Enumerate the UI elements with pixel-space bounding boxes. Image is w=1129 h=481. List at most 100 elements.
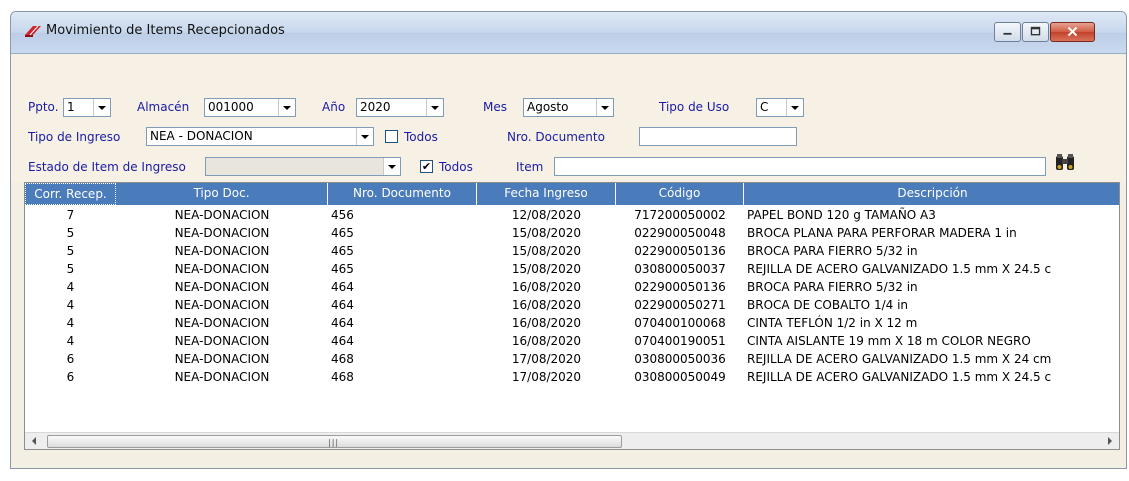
header-descripcion[interactable]: Descripción [744,183,1119,205]
item-label: Item [516,160,544,174]
ppto-select[interactable]: 1 [63,98,111,117]
cell-descripcion: CINTA AISLANTE 19 mm X 18 m COLOR NEGRO [747,334,1031,348]
eraser-icon [25,25,41,37]
table-row[interactable]: 5 NEA-DONACION 465 15/08/2020 030800050037 RE… [25,260,1101,278]
almacen-label: Almacén [137,100,190,114]
cell-descripcion: PAPEL BOND 120 g TAMAÑO A3 [747,208,936,222]
binoculars-icon[interactable] [1054,153,1076,173]
minimize-icon [1003,32,1012,35]
horizontal-scrollbar[interactable]: ||| [25,432,1119,449]
header-tipo-doc[interactable]: Tipo Doc. [116,183,328,205]
cell-nro-documento: 464 [331,334,354,348]
header-codigo[interactable]: Código [616,183,744,205]
tipo-ingreso-label: Tipo de Ingreso [28,130,121,144]
chevron-down-icon [93,99,110,116]
cell-codigo: 070400100068 [634,316,726,330]
table-row[interactable]: 5 NEA-DONACION 465 15/08/2020 022900050136 BR… [25,242,1101,260]
nro-documento-label: Nro. Documento [507,130,605,144]
close-button[interactable] [1050,22,1095,42]
cell-corr-recep: 4 [66,334,75,348]
tipo-uso-label: Tipo de Uso [659,100,730,114]
cell-fecha-ingreso: 17/08/2020 [511,370,582,384]
table-row[interactable]: 5 NEA-DONACION 465 15/08/2020 022900050048 BR… [25,224,1101,242]
cell-descripcion: REJILLA DE ACERO GALVANIZADO 1.5 mm X 24… [747,370,1052,384]
estado-item-select[interactable] [205,157,401,176]
close-icon [1067,26,1078,37]
table-row[interactable]: 6 NEA-DONACION 468 17/08/2020 030800050049 RE… [25,368,1101,386]
table-row[interactable]: 6 NEA-DONACION 468 17/08/2020 030800050036 RE… [25,350,1101,368]
cell-codigo: 022900050136 [634,280,726,294]
cell-nro-documento: 464 [331,280,354,294]
cell-nro-documento: 464 [331,316,354,330]
table-row[interactable]: 4 NEA-DONACION 464 16/08/2020 022900050136 BR… [25,278,1101,296]
header-corr-recep[interactable]: Corr. Recep. [25,183,116,205]
table-row[interactable]: 7 NEA-DONACION 456 12/08/2020 717200050002 PA… [25,206,1101,224]
cell-fecha-ingreso: 12/08/2020 [511,208,582,222]
scroll-left-icon[interactable] [26,433,43,449]
cell-fecha-ingreso: 16/08/2020 [511,316,582,330]
header-fecha-ingreso[interactable]: Fecha Ingreso [477,183,616,205]
cell-tipo-doc: NEA-DONACION [174,280,270,294]
cell-corr-recep: 6 [66,352,75,366]
cell-tipo-doc: NEA-DONACION [174,316,270,330]
tipo-uso-value: C [760,100,769,114]
cell-descripcion: REJILLA DE ACERO GALVANIZADO 1.5 mm X 24… [747,262,1052,276]
cell-descripcion: BROCA PLANA PARA PERFORAR MADERA 1 in [747,226,1017,240]
cell-tipo-doc: NEA-DONACION [174,262,270,276]
table-row[interactable]: 4 NEA-DONACION 464 16/08/2020 070400190051 CI… [25,332,1101,350]
ppto-value: 1 [67,100,75,114]
cell-tipo-doc: NEA-DONACION [174,298,270,312]
todos-estado-label: Todos [439,160,473,174]
mes-select[interactable]: Agosto [523,98,614,117]
todos-estado-checkbox[interactable]: ✔ [420,160,433,173]
cell-fecha-ingreso: 16/08/2020 [511,280,582,294]
title-bar[interactable]: Movimiento de Items Recepcionados [11,12,1126,54]
header-nro-documento[interactable]: Nro. Documento [328,183,477,205]
mes-label: Mes [483,100,507,114]
cell-tipo-doc: NEA-DONACION [174,352,270,366]
cell-codigo: 022900050136 [634,244,726,258]
cell-codigo: 070400190051 [634,334,726,348]
grip-icon: ||| [328,438,340,447]
cell-nro-documento: 465 [331,262,354,276]
table-row[interactable]: 4 NEA-DONACION 464 16/08/2020 070400100068 CI… [25,314,1101,332]
cell-descripcion: BROCA PARA FIERRO 5/32 in [747,244,918,258]
cell-codigo: 717200050002 [634,208,726,222]
tipo-ingreso-select[interactable]: NEA - DONACION [146,127,374,146]
cell-corr-recep: 5 [66,262,75,276]
table-row[interactable]: 4 NEA-DONACION 464 16/08/2020 022900050271 BR… [25,296,1101,314]
cell-codigo: 030800050049 [634,370,726,384]
nro-documento-input[interactable] [639,127,797,146]
todos-tipo-ingreso-checkbox[interactable] [385,130,398,143]
cell-tipo-doc: NEA-DONACION [174,334,270,348]
items-grid[interactable]: Corr. Recep. Tipo Doc. Nro. Documento Fe… [24,182,1120,450]
tipo-uso-select[interactable]: C [756,98,804,117]
cell-codigo: 030800050037 [634,262,726,276]
maximize-button[interactable] [1022,22,1049,42]
cell-corr-recep: 5 [66,226,75,240]
cell-fecha-ingreso: 15/08/2020 [511,244,582,258]
cell-tipo-doc: NEA-DONACION [174,244,270,258]
cell-descripcion: BROCA PARA FIERRO 5/32 in [747,280,918,294]
scroll-right-icon[interactable] [1101,433,1118,449]
chevron-down-icon [356,128,373,145]
chevron-down-icon [278,99,295,116]
cell-nro-documento: 465 [331,226,354,240]
cell-corr-recep: 5 [66,244,75,258]
cell-codigo: 030800050036 [634,352,726,366]
cell-fecha-ingreso: 15/08/2020 [511,262,582,276]
ppto-label: Ppto. [28,100,59,114]
minimize-button[interactable] [994,22,1021,42]
anio-label: Año [322,100,346,114]
scrollbar-thumb[interactable]: ||| [47,435,622,448]
almacen-value: 001000 [208,100,254,114]
cell-fecha-ingreso: 16/08/2020 [511,334,582,348]
cell-corr-recep: 6 [66,370,75,384]
item-input[interactable] [554,157,1046,176]
cell-codigo: 022900050048 [634,226,726,240]
anio-select[interactable]: 2020 [356,98,444,117]
cell-nro-documento: 468 [331,370,354,384]
cell-nro-documento: 464 [331,298,354,312]
almacen-select[interactable]: 001000 [204,98,296,117]
cell-corr-recep: 7 [66,208,75,222]
